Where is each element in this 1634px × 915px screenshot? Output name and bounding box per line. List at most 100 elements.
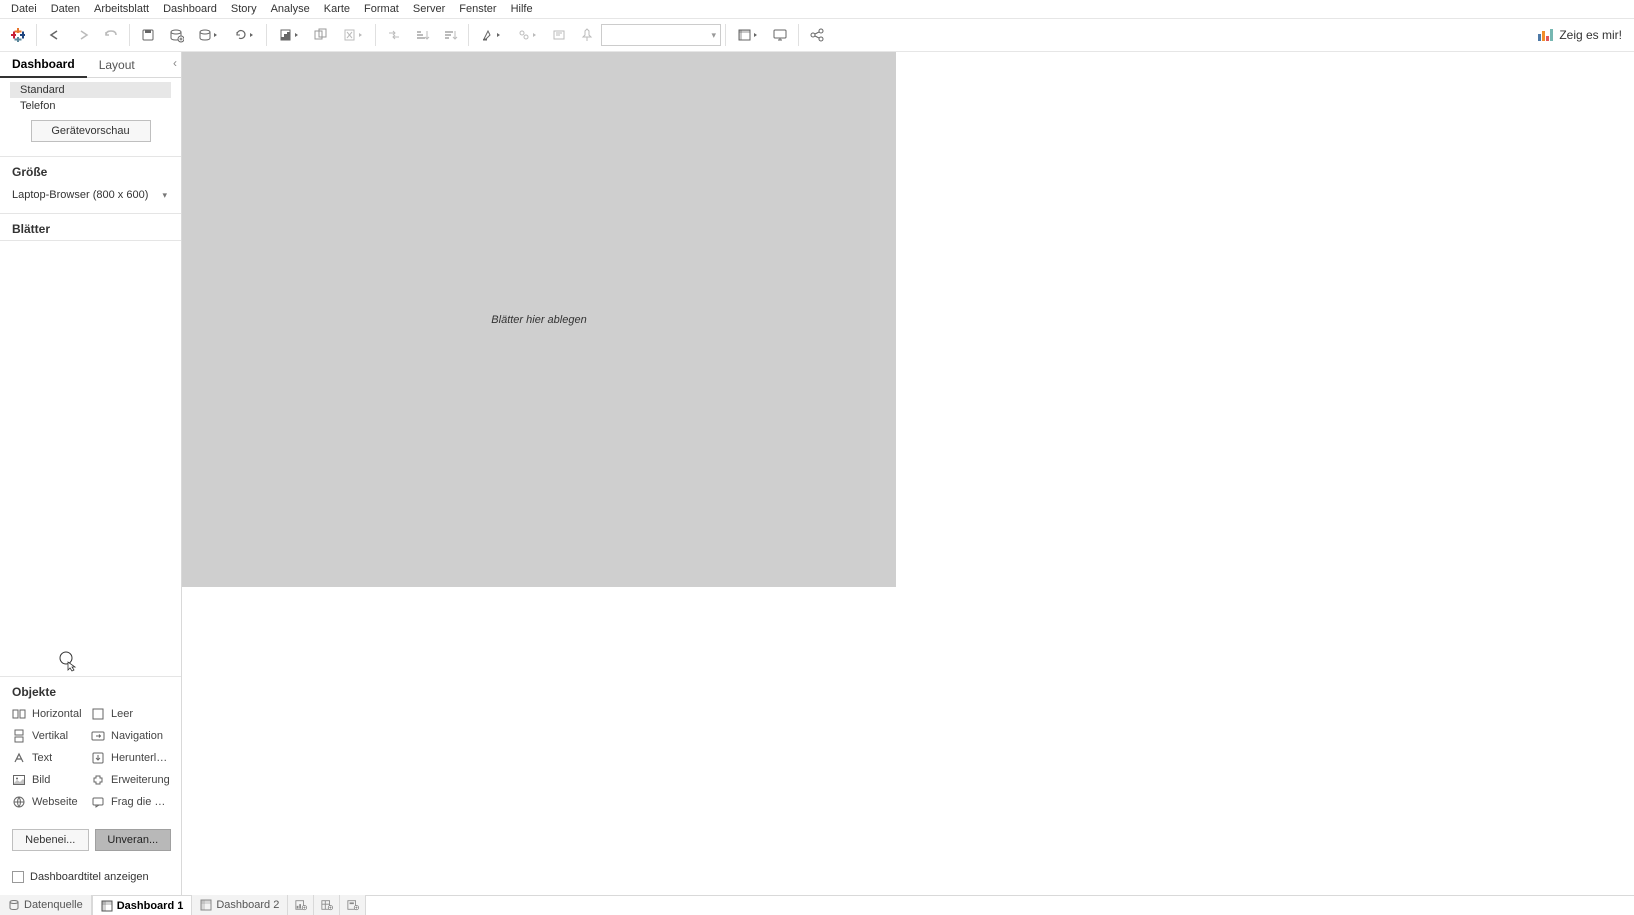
highlight-icon[interactable] [473, 21, 509, 49]
pause-auto-updates-icon[interactable] [190, 21, 226, 49]
show-mark-labels-icon[interactable] [545, 21, 573, 49]
object-text[interactable]: Text [12, 749, 85, 767]
duplicate-icon[interactable] [307, 21, 335, 49]
menu-fenster[interactable]: Fenster [452, 2, 503, 16]
menu-format[interactable]: Format [357, 2, 406, 16]
size-dropdown[interactable]: Laptop-Browser (800 x 600) ▾ [12, 185, 171, 205]
image-icon [12, 773, 26, 787]
new-worksheet-tab[interactable] [288, 895, 314, 915]
object-label: Frag die D... [111, 796, 171, 808]
object-navigation[interactable]: Navigation [91, 727, 171, 745]
object-bild[interactable]: Bild [12, 771, 85, 789]
blank-icon [91, 707, 105, 721]
object-horizontal[interactable]: Horizontal [12, 705, 85, 723]
sort-desc-icon[interactable] [436, 21, 464, 49]
device-preview-button[interactable]: Gerätevorschau [31, 120, 151, 142]
new-worksheet-icon [295, 899, 307, 911]
object-label: Horizontal [32, 708, 82, 720]
collapse-sidebar-icon[interactable]: ‹ [173, 56, 177, 70]
object-label: Navigation [111, 730, 163, 742]
workbook-tabs: Datenquelle Dashboard 1 Dashboard 2 [0, 895, 1634, 915]
horizontal-layout-icon [12, 707, 26, 721]
dashboard-tab-icon [200, 899, 212, 911]
menu-daten[interactable]: Daten [44, 2, 87, 16]
tab-label: Datenquelle [24, 899, 83, 911]
separator [798, 24, 799, 46]
object-frag-die-daten[interactable]: Frag die D... [91, 793, 171, 811]
object-herunterladen[interactable]: Herunterla... [91, 749, 171, 767]
sort-asc-icon[interactable] [408, 21, 436, 49]
menu-karte[interactable]: Karte [317, 2, 357, 16]
clear-icon[interactable] [335, 21, 371, 49]
new-dashboard-tab[interactable] [314, 895, 340, 915]
menu-dashboard[interactable]: Dashboard [156, 2, 224, 16]
new-data-source-icon[interactable] [162, 21, 190, 49]
dashboard-tab-icon [101, 900, 113, 912]
left-sidebar: Dashboard Layout ‹ Standard Telefon Gerä… [0, 52, 182, 895]
new-story-tab[interactable] [340, 895, 366, 915]
menu-arbeitsblatt[interactable]: Arbeitsblatt [87, 2, 156, 16]
menu-server[interactable]: Server [406, 2, 452, 16]
tableau-logo-icon[interactable] [4, 21, 32, 49]
size-value: Laptop-Browser (800 x 600) [12, 189, 148, 201]
show-cards-icon[interactable] [730, 21, 766, 49]
tab-label: Dashboard 1 [117, 900, 184, 912]
sidebar-tabs: Dashboard Layout ‹ [0, 52, 181, 78]
vertical-layout-icon [12, 729, 26, 743]
object-leer[interactable]: Leer [91, 705, 171, 723]
ask-data-icon [91, 795, 105, 809]
group-icon[interactable] [509, 21, 545, 49]
object-label: Webseite [32, 796, 78, 808]
object-erweiterung[interactable]: Erweiterung [91, 771, 171, 789]
object-label: Vertikal [32, 730, 68, 742]
navigation-icon [91, 729, 105, 743]
extension-icon [91, 773, 105, 787]
device-preview-list: Standard Telefon Gerätevorschau [0, 78, 181, 156]
undo-icon[interactable] [41, 21, 69, 49]
tab-label: Dashboard 2 [216, 899, 279, 911]
separator [375, 24, 376, 46]
object-label: Text [32, 752, 52, 764]
tab-data-source[interactable]: Datenquelle [0, 895, 92, 915]
new-worksheet-icon[interactable] [271, 21, 307, 49]
revert-icon[interactable] [97, 21, 125, 49]
new-story-icon [347, 899, 359, 911]
show-me-label: Zeig es mir! [1559, 28, 1622, 42]
tiled-button[interactable]: Nebenei... [12, 829, 89, 851]
redo-icon[interactable] [69, 21, 97, 49]
swap-rows-cols-icon[interactable] [380, 21, 408, 49]
menu-datei[interactable]: Datei [4, 2, 44, 16]
object-vertikal[interactable]: Vertikal [12, 727, 85, 745]
device-standard[interactable]: Standard [10, 82, 171, 98]
share-icon[interactable] [803, 21, 831, 49]
show-dashboard-title-checkbox[interactable]: Dashboardtitel anzeigen [0, 861, 181, 895]
caret-down-icon: ▾ [162, 190, 167, 201]
separator [266, 24, 267, 46]
tab-dashboard-1[interactable]: Dashboard 1 [92, 895, 193, 915]
sheets-heading: Blätter [0, 213, 181, 240]
checkbox-icon [12, 871, 24, 883]
download-icon [91, 751, 105, 765]
tab-dashboard-2[interactable]: Dashboard 2 [192, 895, 288, 915]
show-me-button[interactable]: Zeig es mir! [1529, 28, 1630, 42]
objects-section: Objekte Horizontal Leer Vertikal Navigat… [0, 676, 181, 861]
menu-bar: Datei Daten Arbeitsblatt Dashboard Story… [0, 0, 1634, 18]
pin-icon[interactable] [573, 21, 601, 49]
menu-story[interactable]: Story [224, 2, 264, 16]
floating-button[interactable]: Unveran... [95, 829, 172, 851]
menu-analyse[interactable]: Analyse [264, 2, 317, 16]
object-label: Erweiterung [111, 774, 170, 786]
fit-dropdown[interactable]: ▾ [601, 24, 721, 46]
tab-dashboard[interactable]: Dashboard [0, 52, 87, 78]
dashboard-canvas[interactable]: Blätter hier ablegen [182, 52, 896, 587]
presentation-mode-icon[interactable] [766, 21, 794, 49]
refresh-icon[interactable] [226, 21, 262, 49]
separator [36, 24, 37, 46]
device-telefon[interactable]: Telefon [10, 98, 171, 114]
separator [468, 24, 469, 46]
tab-layout[interactable]: Layout [87, 52, 147, 78]
menu-hilfe[interactable]: Hilfe [504, 2, 540, 16]
web-icon [12, 795, 26, 809]
object-webseite[interactable]: Webseite [12, 793, 85, 811]
save-icon[interactable] [134, 21, 162, 49]
